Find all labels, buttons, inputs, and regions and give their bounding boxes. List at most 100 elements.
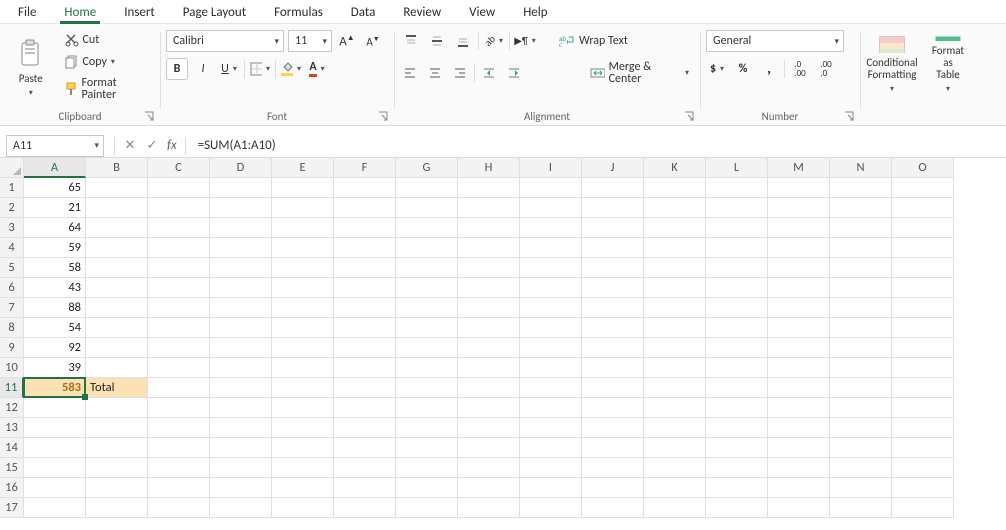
font-size-select[interactable]: 11 (288, 30, 332, 52)
cell-D10[interactable] (210, 358, 272, 378)
cell-G16[interactable] (396, 478, 458, 498)
cell-I7[interactable] (520, 298, 582, 318)
paste-button[interactable]: Paste ▾ (6, 34, 56, 100)
cell-H10[interactable] (458, 358, 520, 378)
cell-A6[interactable]: 43 (24, 278, 86, 298)
row-header-8[interactable]: 8 (0, 318, 24, 338)
cell-D5[interactable] (210, 258, 272, 278)
cell-L1[interactable] (706, 178, 768, 198)
cell-F1[interactable] (334, 178, 396, 198)
decrease-font-button[interactable]: A▼ (362, 30, 384, 52)
cell-K13[interactable] (644, 418, 706, 438)
align-center-button[interactable] (425, 62, 446, 84)
cell-A3[interactable]: 64 (24, 218, 86, 238)
cell-E8[interactable] (272, 318, 334, 338)
cell-C6[interactable] (148, 278, 210, 298)
cell-H8[interactable] (458, 318, 520, 338)
cell-B12[interactable] (86, 398, 148, 418)
col-header-A[interactable]: A (24, 158, 86, 178)
cell-E12[interactable] (272, 398, 334, 418)
cell-A16[interactable] (24, 478, 86, 498)
cell-M9[interactable] (768, 338, 830, 358)
cell-E4[interactable] (272, 238, 334, 258)
col-header-E[interactable]: E (272, 158, 334, 178)
cell-H16[interactable] (458, 478, 520, 498)
cell-B9[interactable] (86, 338, 148, 358)
cell-C13[interactable] (148, 418, 210, 438)
cell-L12[interactable] (706, 398, 768, 418)
cell-M5[interactable] (768, 258, 830, 278)
cell-G7[interactable] (396, 298, 458, 318)
cell-F10[interactable] (334, 358, 396, 378)
row-header-7[interactable]: 7 (0, 298, 24, 318)
col-header-O[interactable]: O (892, 158, 954, 178)
col-header-G[interactable]: G (396, 158, 458, 178)
cell-E14[interactable] (272, 438, 334, 458)
cell-G13[interactable] (396, 418, 458, 438)
row-header-4[interactable]: 4 (0, 238, 24, 258)
cell-I3[interactable] (520, 218, 582, 238)
bold-button[interactable]: B (166, 58, 188, 80)
cell-F9[interactable] (334, 338, 396, 358)
cell-C2[interactable] (148, 198, 210, 218)
cell-N6[interactable] (830, 278, 892, 298)
cell-K2[interactable] (644, 198, 706, 218)
col-header-B[interactable]: B (86, 158, 148, 178)
cell-H6[interactable] (458, 278, 520, 298)
cell-N2[interactable] (830, 198, 892, 218)
row-header-10[interactable]: 10 (0, 358, 24, 378)
increase-decimal-button[interactable]: .0.00 (789, 58, 811, 80)
orientation-button[interactable]: ab▾ (483, 30, 505, 52)
cell-I9[interactable] (520, 338, 582, 358)
cell-D2[interactable] (210, 198, 272, 218)
cell-I12[interactable] (520, 398, 582, 418)
cell-G5[interactable] (396, 258, 458, 278)
cell-I16[interactable] (520, 478, 582, 498)
fill-color-button[interactable]: ▾ (280, 58, 302, 80)
cell-L9[interactable] (706, 338, 768, 358)
row-header-9[interactable]: 9 (0, 338, 24, 358)
cell-F14[interactable] (334, 438, 396, 458)
cell-O16[interactable] (892, 478, 954, 498)
cell-O5[interactable] (892, 258, 954, 278)
cell-D14[interactable] (210, 438, 272, 458)
wrap-text-button[interactable]: abc Wrap Text (554, 31, 633, 51)
cell-J7[interactable] (582, 298, 644, 318)
cell-N3[interactable] (830, 218, 892, 238)
cell-A2[interactable]: 21 (24, 198, 86, 218)
cell-C11[interactable] (148, 378, 210, 398)
cell-B4[interactable] (86, 238, 148, 258)
cell-E16[interactable] (272, 478, 334, 498)
cell-L6[interactable] (706, 278, 768, 298)
accounting-format-button[interactable]: $▾ (706, 58, 728, 80)
col-header-C[interactable]: C (148, 158, 210, 178)
cell-M13[interactable] (768, 418, 830, 438)
cell-N8[interactable] (830, 318, 892, 338)
cell-I1[interactable] (520, 178, 582, 198)
cell-K10[interactable] (644, 358, 706, 378)
cell-F3[interactable] (334, 218, 396, 238)
cell-F2[interactable] (334, 198, 396, 218)
cell-O8[interactable] (892, 318, 954, 338)
cell-F11[interactable] (334, 378, 396, 398)
cell-F6[interactable] (334, 278, 396, 298)
cell-D11[interactable] (210, 378, 272, 398)
cell-K4[interactable] (644, 238, 706, 258)
format-painter-button[interactable]: Format Painter (60, 74, 155, 104)
cell-D15[interactable] (210, 458, 272, 478)
cell-L13[interactable] (706, 418, 768, 438)
cell-G2[interactable] (396, 198, 458, 218)
cell-J11[interactable] (582, 378, 644, 398)
cell-I10[interactable] (520, 358, 582, 378)
cell-L2[interactable] (706, 198, 768, 218)
cell-I5[interactable] (520, 258, 582, 278)
cell-O17[interactable] (892, 498, 954, 518)
cell-H13[interactable] (458, 418, 520, 438)
col-header-I[interactable]: I (520, 158, 582, 178)
menu-item-review[interactable]: Review (389, 2, 455, 22)
cell-B13[interactable] (86, 418, 148, 438)
fill-handle[interactable] (82, 394, 88, 400)
col-header-L[interactable]: L (706, 158, 768, 178)
cell-O7[interactable] (892, 298, 954, 318)
cell-D16[interactable] (210, 478, 272, 498)
